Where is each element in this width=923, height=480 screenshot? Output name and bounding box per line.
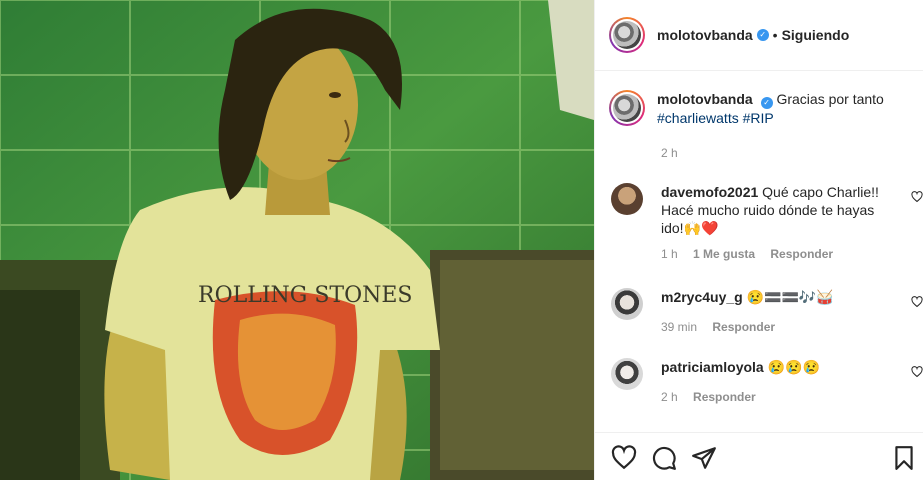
comment-meta: 39 min Responder xyxy=(661,320,787,334)
hashtag-link[interactable]: #RIP xyxy=(743,110,774,126)
paper-plane-icon[interactable] xyxy=(691,445,717,471)
heart-icon[interactable] xyxy=(611,445,637,471)
commenter-avatar[interactable] xyxy=(611,358,643,390)
post-image[interactable]: ROLLING STONES xyxy=(0,0,594,480)
caption-body: Gracias por tanto xyxy=(776,91,884,107)
reply-button[interactable]: Responder xyxy=(693,390,756,404)
heart-icon[interactable] xyxy=(911,366,923,378)
header-username[interactable]: molotovbanda xyxy=(657,27,753,43)
comment-icon[interactable] xyxy=(651,445,677,471)
caption-avatar[interactable] xyxy=(609,90,645,126)
comment-username[interactable]: patriciamloyola xyxy=(661,359,764,375)
comment-text: davemofo2021 Qué capo Charlie!! Hacé muc… xyxy=(661,183,891,237)
header-separator: • xyxy=(772,27,778,43)
reply-button[interactable]: Responder xyxy=(770,247,833,261)
follow-status-button[interactable]: Siguiendo xyxy=(782,27,850,43)
comment-meta: 2 h Responder xyxy=(661,390,768,404)
commenter-avatar[interactable] xyxy=(611,183,643,215)
comment-likes[interactable]: 1 Me gusta xyxy=(693,247,755,261)
verified-badge-icon: ✓ xyxy=(756,29,769,41)
reply-button[interactable]: Responder xyxy=(712,320,775,334)
verified-badge-icon: ✓ xyxy=(760,97,773,109)
comment-text: m2ryc4uy_g 😢🟰🟰🎶🥁 xyxy=(661,288,891,306)
caption-text: molotovbanda ✓ Gracias por tanto #charli… xyxy=(657,90,909,127)
bookmark-icon[interactable] xyxy=(891,445,917,471)
comment-time[interactable]: 39 min xyxy=(661,320,697,334)
post-panel: molotovbanda ✓ • Siguiendo molotovbanda … xyxy=(594,0,923,480)
comments-list[interactable]: molotovbanda ✓ Gracias por tanto #charli… xyxy=(595,72,923,432)
caption: molotovbanda ✓ Gracias por tanto #charli… xyxy=(609,90,909,127)
comment-time[interactable]: 2 h xyxy=(661,390,678,404)
header-avatar[interactable] xyxy=(609,17,645,53)
post-header: molotovbanda ✓ • Siguiendo xyxy=(595,0,923,71)
hashtag-link[interactable]: #charliewatts xyxy=(657,110,739,126)
comment-meta: 1 h 1 Me gusta Responder xyxy=(661,247,845,261)
action-bar xyxy=(595,432,923,480)
heart-icon[interactable] xyxy=(911,191,923,203)
comment-username[interactable]: m2ryc4uy_g xyxy=(661,289,743,305)
comment-body: 😢😢😢 xyxy=(767,359,820,375)
comment-body: 😢🟰🟰🎶🥁 xyxy=(746,289,834,305)
comment-time[interactable]: 1 h xyxy=(661,247,678,261)
caption-timestamp[interactable]: 2 h xyxy=(661,146,678,160)
heart-icon[interactable] xyxy=(911,296,923,308)
shirt-print-text: ROLLING STONES xyxy=(198,283,413,308)
post-photo-illustration: ROLLING STONES xyxy=(0,0,594,480)
comment-username[interactable]: davemofo2021 xyxy=(661,184,758,200)
caption-username[interactable]: molotovbanda xyxy=(657,91,753,107)
commenter-avatar[interactable] xyxy=(611,288,643,320)
comment-text: patriciamloyola 😢😢😢 xyxy=(661,358,891,376)
